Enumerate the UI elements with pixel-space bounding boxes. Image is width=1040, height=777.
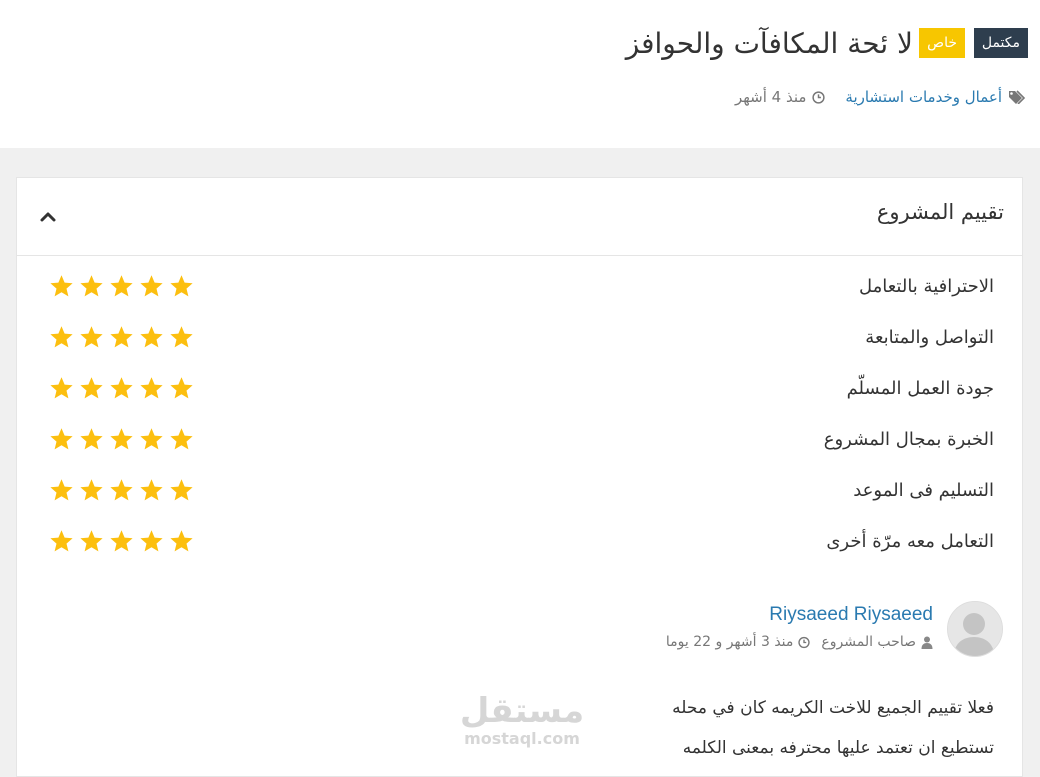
- rating-row: التعامل معه مرّة أخرى: [17, 525, 1022, 565]
- avatar[interactable]: [947, 601, 1003, 657]
- star-icon: [110, 326, 133, 348]
- category-link[interactable]: أعمال وخدمات استشارية: [845, 88, 1002, 106]
- star-icon: [140, 326, 163, 348]
- star-icon: [50, 377, 73, 399]
- project-meta: أعمال وخدمات استشارية منذ 4 أشهر: [735, 88, 1026, 106]
- star-icon: [50, 530, 73, 552]
- star-icon: [80, 530, 103, 552]
- card-header: تقييم المشروع: [17, 178, 1022, 256]
- star-rating: [49, 529, 194, 554]
- project-title: لا ئحة المكافآت والحوافز: [625, 27, 913, 60]
- reviewer-role: صاحب المشروع: [821, 634, 916, 650]
- star-icon: [80, 326, 103, 348]
- star-icon: [110, 428, 133, 450]
- card-title: تقييم المشروع: [876, 200, 1004, 224]
- rating-criterion-label: التعامل معه مرّة أخرى: [826, 531, 994, 552]
- star-rating: [49, 274, 194, 299]
- star-icon: [110, 530, 133, 552]
- project-rating-card: تقييم المشروع الاحترافية بالتعامل التواصل…: [16, 177, 1023, 777]
- star-icon: [140, 530, 163, 552]
- default-avatar-icon: [948, 602, 1002, 656]
- star-icon: [80, 275, 103, 297]
- star-icon: [170, 479, 193, 501]
- reviewer-name-link[interactable]: Riysaeed Riysaeed: [769, 604, 933, 626]
- star-icon: [50, 428, 73, 450]
- status-badge: مكتمل: [973, 28, 1028, 58]
- review-comment-line: فعلا تقييم الجميع للاخت الكريمه كان في م…: [672, 698, 994, 718]
- star-icon: [50, 479, 73, 501]
- star-icon: [140, 377, 163, 399]
- star-rating: [49, 376, 194, 401]
- star-icon: [50, 275, 73, 297]
- star-icon: [80, 377, 103, 399]
- rating-row: جودة العمل المسلّم: [17, 372, 1022, 412]
- rating-row: الخبرة بمجال المشروع: [17, 423, 1022, 463]
- star-icon: [50, 326, 73, 348]
- clock-icon: [812, 90, 826, 104]
- tags-icon: [1009, 90, 1026, 104]
- star-icon: [140, 275, 163, 297]
- chevron-up-icon[interactable]: [37, 206, 59, 228]
- posted-time: منذ 4 أشهر: [734, 88, 807, 106]
- review-comment-line: تستطيع ان تعتمد عليها محترفه بمعنى الكلم…: [682, 738, 994, 758]
- review-time: منذ 3 أشهر و 22 يوما: [665, 634, 794, 650]
- star-rating: [49, 427, 194, 452]
- star-rating: [49, 478, 194, 503]
- star-icon: [170, 275, 193, 297]
- star-icon: [80, 428, 103, 450]
- star-icon: [170, 377, 193, 399]
- star-icon: [140, 428, 163, 450]
- privacy-badge: خاص: [919, 28, 965, 58]
- reviewer-meta: صاحب المشروع منذ 3 أشهر و 22 يوما: [666, 634, 933, 650]
- clock-icon: [798, 636, 811, 648]
- star-icon: [80, 479, 103, 501]
- rating-row: التسليم فى الموعد: [17, 474, 1022, 514]
- star-rating: [49, 325, 194, 350]
- rating-criterion-label: الخبرة بمجال المشروع: [823, 429, 994, 450]
- star-icon: [170, 428, 193, 450]
- rating-criterion-label: التواصل والمتابعة: [865, 327, 994, 348]
- star-icon: [170, 530, 193, 552]
- star-icon: [110, 275, 133, 297]
- rating-criterion-label: جودة العمل المسلّم: [846, 378, 994, 399]
- rating-criterion-label: الاحترافية بالتعامل: [858, 276, 994, 297]
- project-header: مكتمل خاص لا ئحة المكافآت والحوافز أعمال…: [0, 0, 1040, 148]
- user-icon: [921, 636, 933, 649]
- star-icon: [110, 479, 133, 501]
- review-comment: فعلا تقييم الجميع للاخت الكريمه كان في م…: [494, 688, 994, 768]
- rating-criterion-label: التسليم فى الموعد: [853, 480, 994, 501]
- rating-row: الاحترافية بالتعامل: [17, 270, 1022, 310]
- star-icon: [170, 326, 193, 348]
- star-icon: [140, 479, 163, 501]
- rating-row: التواصل والمتابعة: [17, 321, 1022, 361]
- star-icon: [110, 377, 133, 399]
